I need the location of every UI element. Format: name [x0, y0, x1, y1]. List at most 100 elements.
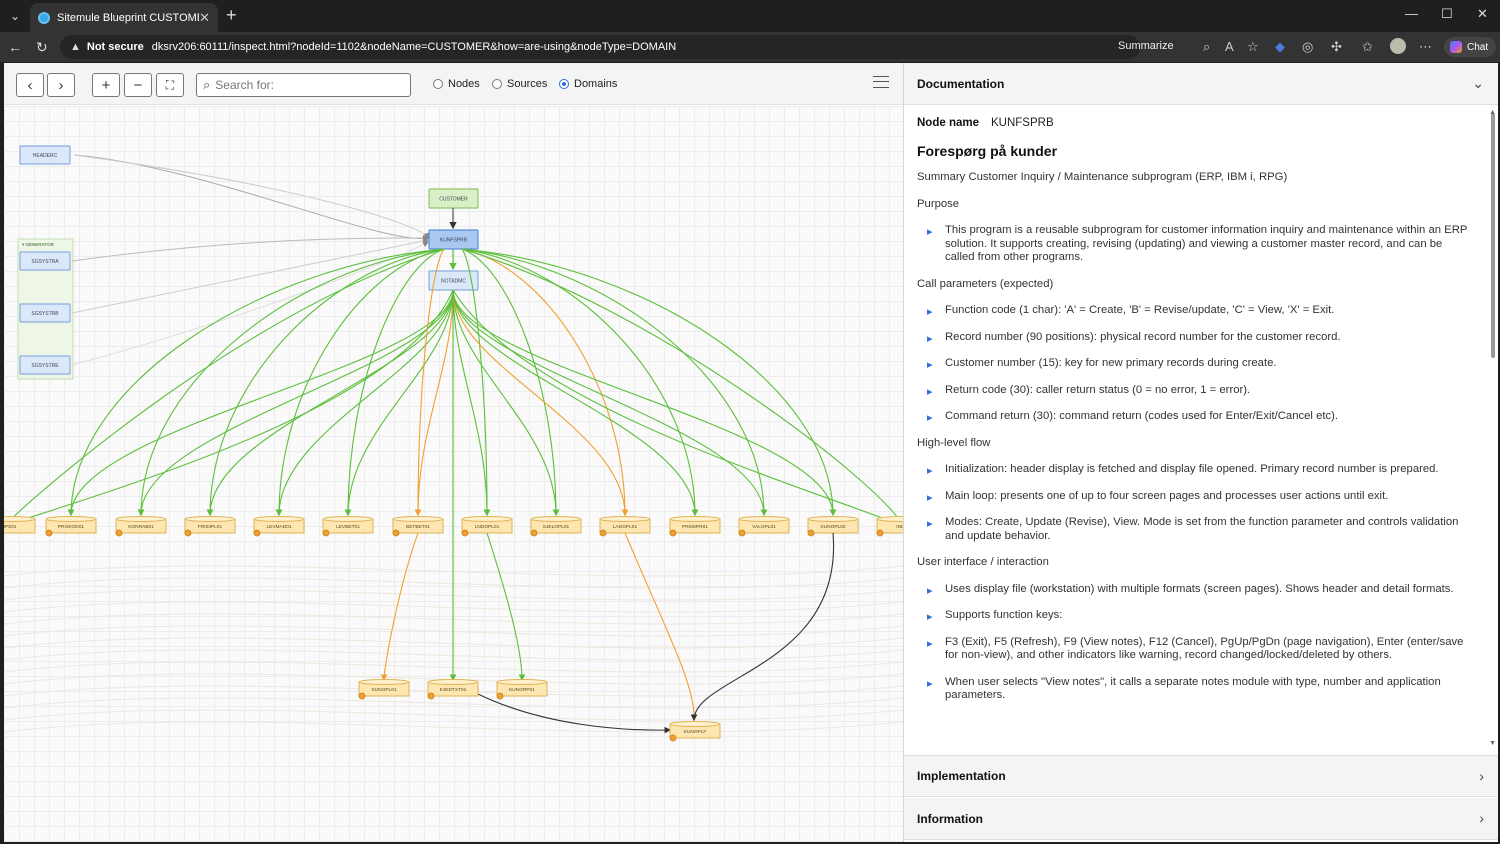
- fit-screen-icon: ⛶: [165, 77, 175, 92]
- documentation-panel: Documentation ⌄ Node name KUNFSPRB Foresp…: [904, 63, 1498, 842]
- graph-edge: [71, 238, 429, 314]
- radio-nodes[interactable]: Nodes: [433, 78, 480, 90]
- graph-db-node[interactable]: KUNOPL01: [358, 679, 410, 700]
- svg-text:LNDOPL01: LNDOPL01: [475, 524, 500, 530]
- information-header[interactable]: Information ›: [904, 798, 1498, 840]
- radio-nodes-dot[interactable]: [433, 79, 443, 89]
- minimize-icon[interactable]: —: [1405, 6, 1418, 21]
- radio-sources-label: Sources: [507, 78, 548, 90]
- close-tab-icon[interactable]: ✕: [199, 10, 210, 26]
- radio-domains[interactable]: Domains: [559, 78, 617, 90]
- copilot-icon: [1450, 41, 1462, 53]
- url-field[interactable]: ▲ Not secure dksrv206:60111/inspect.html…: [60, 35, 1140, 59]
- graph-db-node[interactable]: IPS01: [4, 516, 36, 537]
- site-favicon-icon: [38, 11, 50, 24]
- graph-node[interactable]: HEADERC: [19, 145, 71, 165]
- information-title: Information: [917, 811, 983, 826]
- node-name-label: Node name: [917, 117, 979, 129]
- puzzle-extensions-icon[interactable]: ✣: [1331, 39, 1342, 55]
- summarize-button[interactable]: Summarize: [1118, 40, 1174, 52]
- graph-db-node[interactable]: KONRAB01: [115, 516, 167, 537]
- ui-heading: User interface / interaction: [917, 556, 1049, 568]
- dependency-graph[interactable]: ▾ GENERATOR HEADERC SGSYSTRA SGSYSTRB SGSYST…: [4, 106, 903, 842]
- menu-icon[interactable]: [873, 76, 889, 88]
- ui-item: F3 (Exit), F5 (Refresh), F9 (View notes)…: [917, 636, 1472, 663]
- zoom-icon[interactable]: ⌕: [1203, 39, 1210, 55]
- extension-icon[interactable]: ◎: [1302, 39, 1313, 55]
- graph-db-node[interactable]: KUNOPLF: [669, 721, 721, 742]
- zoom-out-button[interactable]: −: [124, 73, 152, 97]
- profile-avatar[interactable]: [1390, 38, 1406, 54]
- graph-db-node[interactable]: INDP: [876, 516, 903, 537]
- graph-edge: [461, 248, 837, 517]
- documentation-header[interactable]: Documentation ⌄: [904, 63, 1498, 105]
- chevron-left-icon: ‹: [27, 76, 33, 94]
- more-menu-icon[interactable]: ⋯: [1419, 39, 1432, 55]
- radio-domains-label: Domains: [574, 78, 618, 90]
- graph-edge: [71, 234, 429, 262]
- graph-edge: [67, 289, 454, 517]
- graph-db-node[interactable]: LEVMAD01: [253, 516, 305, 537]
- tab-actions-icon[interactable]: ⌄: [0, 0, 30, 32]
- security-label[interactable]: Not secure: [87, 41, 144, 53]
- doc-scrollbar[interactable]: [1491, 113, 1495, 358]
- scroll-up-icon[interactable]: ▲: [1489, 109, 1496, 116]
- graph-edge: [414, 289, 454, 517]
- back-nav-button[interactable]: ‹: [16, 73, 44, 97]
- implementation-header[interactable]: Implementation ›: [904, 755, 1498, 797]
- maximize-icon[interactable]: ☐: [1441, 6, 1453, 22]
- graph-node[interactable]: CUSTOMER: [428, 188, 479, 209]
- graph-canvas[interactable]: ▾ GENERATOR HEADERC SGSYSTRA SGSYSTRB SGSYST…: [4, 106, 903, 842]
- background-edge: [4, 721, 903, 733]
- favorites-icon[interactable]: ✩: [1362, 39, 1373, 55]
- ui-list: Uses display file (workstation) with mul…: [917, 583, 1472, 703]
- graph-db-node[interactable]: PRMSPR01: [669, 516, 721, 537]
- background-edge: [4, 697, 903, 709]
- new-tab-icon[interactable]: +: [226, 5, 237, 26]
- radio-sources-dot[interactable]: [492, 79, 502, 89]
- graph-node[interactable]: KUNFSPRB: [428, 229, 479, 250]
- browser-tab[interactable]: Sitemule Blueprint CUSTOMER ✕: [30, 3, 218, 32]
- ui-item: When user selects "View notes", it calls…: [917, 676, 1472, 703]
- svg-text:CUSTOMER: CUSTOMER: [439, 197, 468, 203]
- back-icon[interactable]: ←: [8, 39, 22, 55]
- graph-db-node[interactable]: KJEDTXT01: [427, 679, 479, 700]
- svg-text:LEVBET01: LEVBET01: [336, 524, 360, 530]
- graph-node[interactable]: SGSYSTRB: [19, 303, 71, 323]
- reload-icon[interactable]: ↻: [36, 39, 48, 56]
- favorite-star-icon[interactable]: ☆: [1247, 39, 1259, 55]
- graph-edge: [452, 289, 699, 517]
- radio-domains-dot[interactable]: [559, 79, 569, 89]
- graph-db-node[interactable]: VALOPL01: [738, 516, 790, 537]
- svg-text:KUNOPL01: KUNOPL01: [371, 687, 396, 693]
- graph-edge: [452, 289, 491, 517]
- graph-node[interactable]: SGSYSTRE: [19, 355, 71, 375]
- browser-tab-strip: ⌄ Sitemule Blueprint CUSTOMER ✕ + — ☐ ✕: [0, 0, 1500, 32]
- graph-db-node[interactable]: LEVBET01: [322, 516, 374, 537]
- graph-edge: [73, 154, 429, 242]
- radio-nodes-label: Nodes: [448, 78, 480, 90]
- graph-edge: [452, 289, 837, 517]
- close-window-icon[interactable]: ✕: [1477, 6, 1488, 22]
- graph-db-node[interactable]: SJELOPL01: [530, 516, 582, 537]
- graph-db-node[interactable]: KUNGRP01: [496, 679, 548, 700]
- svg-text:SGSYSTRE: SGSYSTRE: [31, 363, 59, 369]
- graph-node[interactable]: SGSYSTRA: [19, 251, 71, 271]
- svg-text:LEVMAD01: LEVMAD01: [266, 524, 291, 530]
- shield-extension-icon[interactable]: ◆: [1275, 39, 1285, 55]
- svg-text:KUNOPL02: KUNOPL02: [820, 524, 845, 530]
- radio-sources[interactable]: Sources: [492, 78, 547, 90]
- flow-list: Initialization: header display is fetche…: [917, 463, 1472, 543]
- scroll-down-icon[interactable]: ▼: [1489, 740, 1496, 747]
- svg-text:SGSYSTRA: SGSYSTRA: [31, 259, 59, 265]
- graph-db-node[interactable]: FRI03PL01: [184, 516, 236, 537]
- chat-button[interactable]: Chat: [1444, 37, 1496, 57]
- forward-nav-button[interactable]: ›: [47, 73, 75, 97]
- chevron-right-icon: ›: [1479, 810, 1484, 826]
- fit-screen-button[interactable]: ⛶: [156, 73, 184, 97]
- graph-db-node[interactable]: PROKOD01: [45, 516, 97, 537]
- search-input[interactable]: ⌕ Search for:: [196, 73, 411, 97]
- zoom-in-button[interactable]: +: [92, 73, 120, 97]
- doc-title: Forespørg på kunder: [917, 142, 1058, 159]
- read-aloud-icon[interactable]: A: [1225, 39, 1234, 54]
